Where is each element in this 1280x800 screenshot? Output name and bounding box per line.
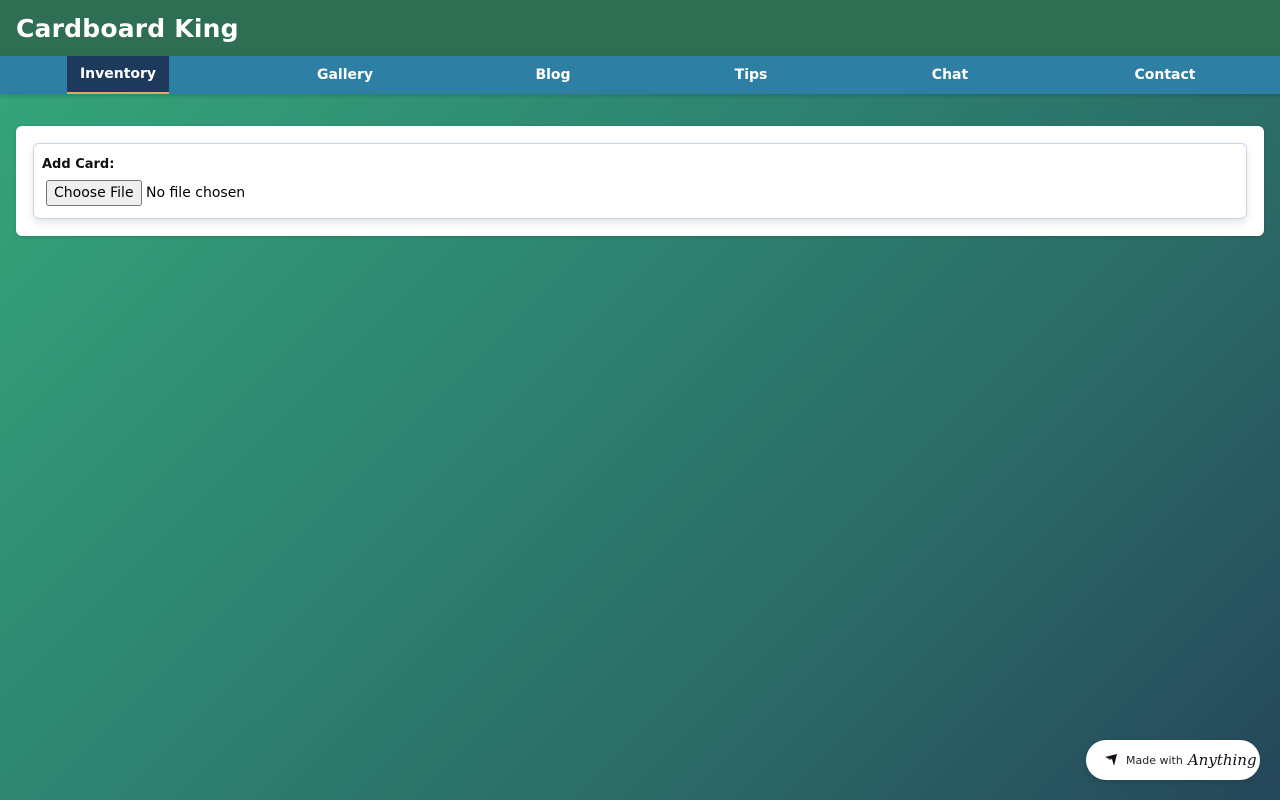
nav-tab-chat[interactable]: Chat [918, 56, 982, 94]
file-status-text: No file chosen [146, 185, 246, 201]
nav-tab-contact[interactable]: Contact [1120, 56, 1210, 94]
nav-tab-inventory[interactable]: Inventory [67, 56, 169, 94]
choose-file-button[interactable]: Choose File [46, 180, 142, 206]
anything-logo-icon [1105, 754, 1117, 766]
app-title: Cardboard King [16, 13, 239, 43]
anything-brand-text: Anything [1187, 751, 1257, 769]
nav-tab-gallery[interactable]: Gallery [305, 56, 385, 94]
app-header: Cardboard King [0, 0, 1280, 56]
add-card-label: Add Card: [42, 157, 115, 172]
nav-tab-tips[interactable]: Tips [722, 56, 780, 94]
main-nav: Inventory Gallery Blog Tips Chat Contact [0, 56, 1280, 94]
made-with-text: Made with [1126, 753, 1183, 767]
add-card-form: Add Card: Choose File No file chosen [33, 143, 1247, 219]
nav-tab-blog[interactable]: Blog [523, 56, 583, 94]
inventory-panel: Add Card: Choose File No file chosen [16, 126, 1264, 236]
made-with-anything-badge[interactable]: Made with Anything [1086, 740, 1260, 780]
